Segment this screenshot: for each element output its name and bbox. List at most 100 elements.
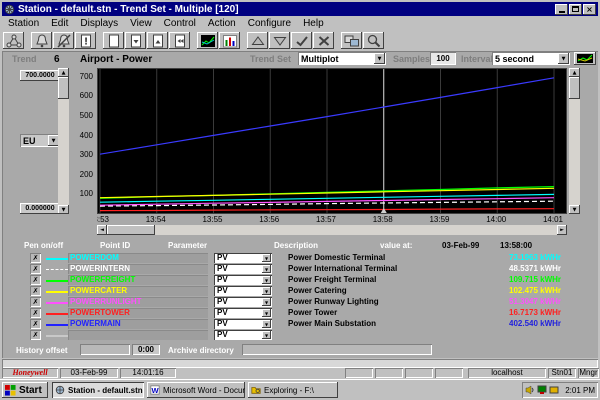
point-id-field[interactable]: POWERTOWER xyxy=(68,308,208,318)
parameter-dropdown[interactable]: PV▼ xyxy=(214,319,272,329)
parameter-dropdown[interactable]: PV▼ xyxy=(214,264,272,274)
axis-max-box[interactable]: 700.0000 xyxy=(20,70,60,81)
volume-icon[interactable] xyxy=(525,385,535,395)
menu-view[interactable]: View xyxy=(124,17,158,30)
display-tray-icon[interactable] xyxy=(549,385,559,395)
time-scrollbar[interactable]: ◄ ► xyxy=(97,225,567,235)
point-id-field[interactable]: POWERINTERN xyxy=(68,264,208,274)
scroll-left-icon[interactable]: ◄ xyxy=(97,225,107,235)
axis-min-box[interactable]: 0.000000 xyxy=(20,203,60,214)
network-button[interactable] xyxy=(3,32,24,49)
pen-checkbox[interactable]: ✗ xyxy=(30,319,41,329)
task-button-explorer[interactable]: Exploring - F:\ xyxy=(248,382,338,398)
menu-action[interactable]: Action xyxy=(202,17,242,30)
history-offset-input[interactable] xyxy=(80,344,130,355)
pen-checkbox[interactable]: ✗ xyxy=(30,275,41,285)
close-button[interactable]: × xyxy=(583,4,596,15)
trend-number[interactable]: 6 xyxy=(54,54,60,65)
scrollbar-thumb[interactable] xyxy=(569,77,580,99)
pen-checkbox[interactable]: ✗ xyxy=(30,253,41,263)
chevron-down-icon[interactable]: ▼ xyxy=(262,298,271,306)
scroll-up-icon[interactable]: ▲ xyxy=(569,68,580,77)
minimize-button[interactable] xyxy=(555,4,568,15)
point-id-field[interactable]: POWERFREIGHT xyxy=(68,275,208,285)
chevron-down-icon[interactable]: ▼ xyxy=(262,287,271,295)
bar-chart-button[interactable] xyxy=(219,32,240,49)
chevron-down-icon[interactable]: ▼ xyxy=(262,265,271,273)
chevron-down-icon[interactable]: ▼ xyxy=(262,254,271,262)
trend-set-dropdown[interactable]: Multiplot ▼ xyxy=(298,52,386,65)
task-button-word[interactable]: WMicrosoft Word - Document1 xyxy=(147,382,245,398)
page-recall-button[interactable] xyxy=(169,32,190,49)
point-id-field[interactable]: POWERMAIN xyxy=(68,319,208,329)
alarm-bell-button[interactable] xyxy=(31,32,52,49)
parameter-dropdown[interactable]: PV▼ xyxy=(214,330,272,340)
menu-station[interactable]: Station xyxy=(2,17,45,30)
pen-checkbox[interactable]: ✗ xyxy=(30,330,41,340)
chevron-down-icon[interactable]: ▼ xyxy=(262,309,271,317)
menu-edit[interactable]: Edit xyxy=(45,17,74,30)
window-title: Station - default.stn - Trend Set - Mult… xyxy=(18,4,554,15)
alarm-summary-button[interactable]: ! xyxy=(75,32,96,49)
scroll-down-icon[interactable]: ▼ xyxy=(58,205,69,214)
accept-button[interactable] xyxy=(291,32,312,49)
trend-plot-area[interactable] xyxy=(97,68,567,214)
trend-title: Airport - Power xyxy=(80,54,152,65)
chevron-down-icon[interactable]: ▼ xyxy=(262,320,271,328)
scroll-up-icon[interactable]: ▲ xyxy=(58,68,69,77)
pen-header: Pen on/off xyxy=(24,241,63,250)
title-bar[interactable]: Station - default.stn - Trend Set - Mult… xyxy=(2,2,598,16)
menu-help[interactable]: Help xyxy=(297,17,330,30)
parameter-dropdown[interactable]: PV▼ xyxy=(214,253,272,263)
samples-input[interactable]: 100 xyxy=(430,52,456,65)
associated-display-button[interactable] xyxy=(341,32,362,49)
chevron-down-icon[interactable]: ▼ xyxy=(558,53,569,64)
point-id-field[interactable]: POWERCATER xyxy=(68,286,208,296)
history-offset-value[interactable]: 0:00 xyxy=(132,344,160,355)
chevron-down-icon[interactable]: ▼ xyxy=(262,276,271,284)
trend-display-button[interactable] xyxy=(197,32,218,49)
alarm-disable-button[interactable] xyxy=(53,32,74,49)
parameter-dropdown[interactable]: PV▼ xyxy=(214,297,272,307)
menu-control[interactable]: Control xyxy=(158,17,202,30)
status-cell-empty xyxy=(375,368,403,378)
parameter-dropdown[interactable]: PV▼ xyxy=(214,308,272,318)
page-blank-button[interactable] xyxy=(103,32,124,49)
status-cell-empty xyxy=(405,368,433,378)
chevron-down-icon[interactable]: ▼ xyxy=(262,331,271,339)
point-id-field[interactable] xyxy=(68,330,208,340)
menu-configure[interactable]: Configure xyxy=(242,17,297,30)
station-tray-icon[interactable] xyxy=(537,385,547,395)
menu-displays[interactable]: Displays xyxy=(74,17,124,30)
point-id-field[interactable]: POWERDOM xyxy=(68,253,208,263)
interval-dropdown[interactable]: 5 second ▼ xyxy=(492,52,570,65)
y-axis-scrollbar[interactable]: ▲ ▼ xyxy=(58,68,69,214)
chevron-down-icon[interactable]: ▼ xyxy=(374,53,385,64)
eu-dropdown[interactable]: EU ▼ xyxy=(20,134,60,147)
pen-checkbox[interactable]: ✗ xyxy=(30,308,41,318)
task-button-station[interactable]: Station - default.stn -... xyxy=(52,382,144,398)
right-scrollbar[interactable]: ▲ ▼ xyxy=(569,68,580,214)
point-id-field[interactable]: POWERRUNLIGHT xyxy=(68,297,208,307)
archive-directory-input[interactable] xyxy=(242,344,432,355)
zoom-button[interactable] xyxy=(363,32,384,49)
start-button[interactable]: Start xyxy=(2,382,48,398)
parameter-dropdown[interactable]: PV▼ xyxy=(214,286,272,296)
scroll-down-icon[interactable]: ▼ xyxy=(569,205,580,214)
scroll-right-icon[interactable]: ► xyxy=(557,225,567,235)
pen-checkbox[interactable]: ✗ xyxy=(30,286,41,296)
lower-button[interactable] xyxy=(269,32,290,49)
scrollbar-thumb[interactable] xyxy=(58,77,69,99)
pen-checkbox[interactable]: ✗ xyxy=(30,264,41,274)
maximize-button[interactable] xyxy=(569,4,582,15)
page-up-button[interactable] xyxy=(147,32,168,49)
pen-row: ✗POWERDOMPV▼Power Domestic Terminal73.19… xyxy=(2,253,598,264)
trend-popup-button[interactable] xyxy=(574,52,596,65)
scrollbar-thumb[interactable] xyxy=(107,225,155,235)
parameter-dropdown[interactable]: PV▼ xyxy=(214,275,272,285)
raise-button[interactable] xyxy=(247,32,268,49)
page-down-button[interactable] xyxy=(125,32,146,49)
cancel-button[interactable] xyxy=(313,32,334,49)
taskbar-clock[interactable]: 2:01 PM xyxy=(565,386,595,395)
pen-checkbox[interactable]: ✗ xyxy=(30,297,41,307)
